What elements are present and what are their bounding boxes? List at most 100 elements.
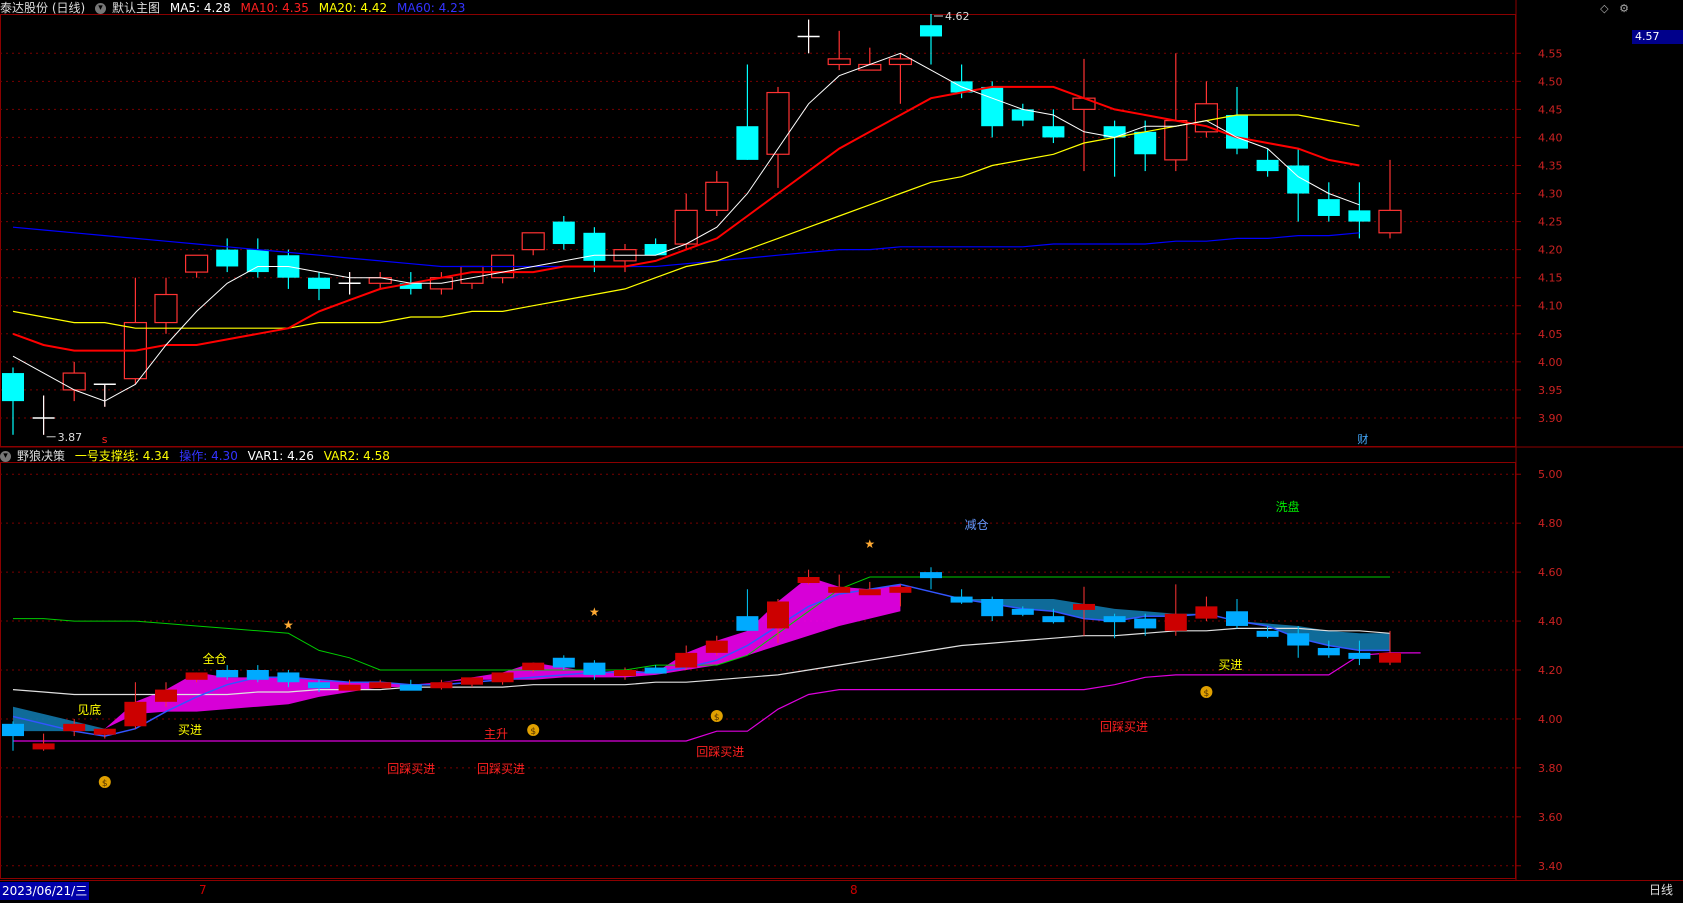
sub-candle-body bbox=[430, 682, 453, 689]
sub-candle-body bbox=[93, 728, 116, 735]
candle-body bbox=[552, 221, 575, 245]
sub-candle-body bbox=[185, 672, 208, 680]
sub-candle-body bbox=[1256, 630, 1279, 637]
y-tick-label: 4.35 bbox=[1538, 159, 1563, 172]
candle-body bbox=[246, 249, 269, 273]
var1-value: VAR1: 4.26 bbox=[247, 449, 314, 463]
y-tick-label: 5.00 bbox=[1538, 468, 1563, 481]
sub-candle-body bbox=[1226, 611, 1248, 626]
candle-body bbox=[154, 293, 178, 324]
sub-candle-body bbox=[552, 657, 575, 668]
magenta-band bbox=[74, 577, 901, 729]
period-selector[interactable]: 日线 bbox=[1649, 881, 1673, 899]
y-tick-label: 4.20 bbox=[1538, 244, 1563, 257]
sub-candle-body bbox=[369, 682, 392, 689]
sub-candle-body bbox=[32, 743, 55, 750]
sub-candle-body bbox=[491, 672, 514, 683]
signal-label-reduce: 减仓 bbox=[965, 518, 989, 532]
candle-body bbox=[705, 181, 729, 211]
sub-candle-body bbox=[797, 577, 820, 584]
sub-candle-body bbox=[216, 670, 239, 678]
sub-candle-body bbox=[920, 572, 942, 579]
y-tick-label: 4.00 bbox=[1538, 356, 1563, 369]
candle-body bbox=[460, 265, 484, 284]
ma60-value: MA60: 4.23 bbox=[396, 1, 466, 15]
signal-label-pullback-buy: 回踩买进 bbox=[696, 745, 744, 759]
sub-candle-body bbox=[461, 677, 483, 685]
signal-label-bottom: 见底 bbox=[77, 702, 101, 717]
sub-candle-body bbox=[981, 599, 1004, 617]
candle-body bbox=[981, 86, 1004, 127]
chevron-down-icon[interactable]: ▾ bbox=[95, 3, 107, 14]
candle-body bbox=[888, 58, 913, 66]
settings-icon[interactable]: ⚙ bbox=[1619, 2, 1629, 15]
var2-value: VAR2: 4.58 bbox=[323, 449, 390, 463]
money-bag-icon: $ bbox=[1204, 689, 1210, 699]
signal-label-buy: 买进 bbox=[178, 723, 202, 737]
y-tick-label: 4.10 bbox=[1538, 300, 1563, 313]
candle-body bbox=[2, 373, 24, 402]
high-price-label: 4.62 bbox=[945, 10, 970, 23]
sub-indicator-name[interactable]: 野狼决策 bbox=[17, 449, 65, 463]
y-tick-label: 3.40 bbox=[1538, 860, 1563, 873]
signal-label-shakeout: 洗盘 bbox=[1276, 499, 1300, 514]
sub-candle-body bbox=[1134, 618, 1157, 629]
stock-title[interactable]: 泰达股份 (日线) bbox=[0, 1, 85, 15]
main-header: 泰达股份 (日线) ▾ 默认主图 MA5: 4.28 MA10: 4.35 MA2… bbox=[0, 0, 471, 16]
sub-candle-body bbox=[828, 586, 851, 593]
y-tick-label: 4.15 bbox=[1538, 272, 1563, 285]
y-tick-label: 4.40 bbox=[1538, 131, 1563, 144]
sub-candle-body bbox=[1042, 616, 1065, 623]
sub-candle-body bbox=[308, 682, 330, 689]
candle-body bbox=[521, 232, 545, 251]
candle-body bbox=[308, 277, 330, 289]
sub-candle-body bbox=[399, 684, 422, 691]
y-tick-label: 3.60 bbox=[1538, 811, 1563, 824]
candle-body bbox=[62, 372, 86, 391]
sub-candle-body bbox=[338, 684, 361, 691]
y-tick-label: 4.60 bbox=[1538, 566, 1563, 579]
y-tick-label: 4.00 bbox=[1538, 713, 1563, 726]
sub-candle-body bbox=[1348, 652, 1371, 659]
signal-label-pullback-buy: 回踩买进 bbox=[1100, 720, 1148, 734]
signal-label-main-rise: 主升 bbox=[484, 727, 508, 741]
runner-icon: ★ bbox=[589, 605, 600, 619]
candle-body bbox=[1042, 126, 1065, 138]
candle-body bbox=[644, 244, 667, 256]
y-tick-label: 4.55 bbox=[1538, 47, 1563, 60]
op-value: 操作: 4.30 bbox=[179, 449, 238, 463]
candle-body bbox=[1317, 199, 1340, 216]
sub-candle-body bbox=[736, 616, 759, 631]
ma5-value: MA5: 4.28 bbox=[169, 1, 231, 15]
sub-candle-body bbox=[767, 601, 789, 629]
chevron-down-icon[interactable]: ▾ bbox=[0, 451, 11, 462]
main-indicator-name[interactable]: 默认主图 bbox=[112, 1, 160, 15]
candle-body bbox=[736, 126, 759, 160]
y-tick-label: 3.80 bbox=[1538, 762, 1563, 775]
sub-candle-body bbox=[705, 640, 728, 653]
y-tick-label: 4.20 bbox=[1538, 664, 1563, 677]
sub-candle-body bbox=[950, 596, 973, 603]
sub-candle-body bbox=[675, 652, 698, 668]
sub-candle-body bbox=[63, 723, 86, 732]
runner-icon: ★ bbox=[283, 618, 294, 632]
y-tick-label: 4.50 bbox=[1538, 75, 1563, 88]
candle-body bbox=[368, 277, 392, 284]
candle-body bbox=[1194, 103, 1219, 133]
support-value: 一号支撑线: 4.34 bbox=[74, 449, 170, 463]
sub-candle-body bbox=[1317, 647, 1340, 656]
sub-candle-body bbox=[889, 586, 912, 593]
candle-body bbox=[1226, 114, 1248, 149]
current-price-badge: 4.57 bbox=[1632, 30, 1683, 44]
y-tick-label: 4.05 bbox=[1538, 328, 1563, 341]
sub-candle-body bbox=[1011, 608, 1034, 615]
low-price-label: 3.87 bbox=[58, 431, 83, 444]
sub-candle-body bbox=[644, 667, 667, 674]
candle-body bbox=[674, 209, 698, 245]
diamond-icon[interactable]: ◇ bbox=[1600, 2, 1608, 15]
y-tick-label: 4.30 bbox=[1538, 188, 1563, 201]
time-axis: 2023/06/21/三 7 8 日线 bbox=[0, 880, 1683, 900]
main-panel-frame bbox=[0, 14, 1516, 447]
candle-body bbox=[1256, 159, 1279, 172]
sub-candle-body bbox=[1379, 652, 1401, 663]
